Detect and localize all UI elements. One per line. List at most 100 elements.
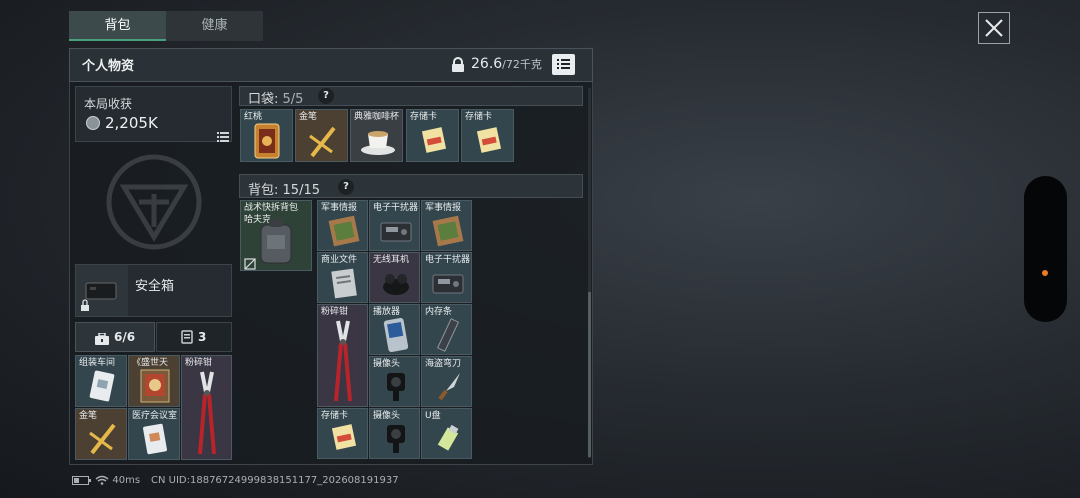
unequip-icon — [244, 258, 256, 270]
earnings-list-icon[interactable] — [217, 127, 229, 146]
item-name: 粉碎钳 — [185, 358, 213, 368]
jammer-icon — [380, 222, 412, 242]
item-name: 典雅咖啡杯 — [354, 112, 400, 122]
earnings-value: 2,205K — [105, 114, 158, 132]
item-name: 军事情报 — [425, 203, 462, 213]
safe-item[interactable]: 金笔 — [75, 408, 127, 460]
subtab-cards-count: 3 — [198, 330, 207, 344]
item-name: 粉碎钳 — [321, 307, 349, 317]
item-name: 医疗会议室 — [132, 411, 178, 421]
usb-drive-icon — [437, 424, 459, 451]
list-icon — [557, 59, 570, 69]
backpack-item[interactable]: 无线耳机 — [369, 252, 420, 303]
backpack-icon — [260, 219, 292, 264]
pocket-count: 5/5 — [282, 92, 304, 107]
weight-max: /72千克 — [502, 58, 542, 71]
intel-folder-icon — [328, 215, 360, 247]
subtab-cards[interactable] — [156, 322, 232, 352]
tab-backpack[interactable]: 背包 — [69, 11, 166, 41]
backpack-item[interactable]: 电子干扰器 — [369, 200, 420, 251]
machete-icon — [438, 373, 460, 401]
keycard-icon — [143, 423, 167, 455]
item-name: U盘 — [425, 411, 441, 421]
backpack-item[interactable]: 摄像头 — [369, 356, 420, 407]
item-name: 存储卡 — [410, 112, 438, 122]
pocket-item[interactable]: 存储卡 — [406, 109, 459, 162]
safe-item[interactable]: 组装车间 — [75, 355, 127, 407]
equipped-backpack[interactable]: 战术快拆背包 哈夫克 — [240, 200, 312, 271]
bolt-cutter-icon — [198, 371, 216, 455]
backpack-item[interactable]: 军事情报 — [421, 200, 472, 251]
item-name: 电子干扰器 — [373, 203, 419, 213]
close-icon — [985, 19, 1003, 37]
backpack-item[interactable]: U盘 — [421, 408, 472, 459]
wifi-icon — [95, 475, 109, 485]
ping-value: 40ms — [112, 475, 141, 486]
safe-item[interactable]: 粉碎钳 — [181, 355, 232, 460]
gold-pen-icon — [89, 423, 116, 455]
status-bar: 40ms — [72, 475, 140, 486]
camera-icon — [387, 425, 405, 453]
gold-pen-icon — [309, 126, 336, 158]
tab-health[interactable]: 健康 — [166, 11, 263, 41]
pocket-title: 口袋: — [248, 92, 279, 107]
backpack-item[interactable]: 商业文件 — [317, 252, 368, 303]
coin-icon — [86, 116, 100, 130]
backpack-help-icon[interactable]: ? — [338, 179, 354, 195]
ram-stick-icon — [436, 318, 460, 352]
memory-card-icon — [421, 127, 447, 153]
backpack-item[interactable]: 摄像头 — [369, 408, 420, 459]
pocket-help-icon[interactable]: ? — [318, 88, 334, 104]
side-handle[interactable] — [1024, 176, 1067, 322]
keycard-icon — [89, 370, 115, 402]
sort-list-button[interactable] — [552, 54, 575, 75]
weight-current: 26.6 — [471, 56, 503, 72]
backpack-label: 背包: 15/15 — [248, 179, 320, 198]
backpack-item[interactable]: 军事情报 — [317, 200, 368, 251]
player-uid: CN UID:18876724999838151177_202608191937 — [151, 475, 399, 486]
item-name: 军事情报 — [321, 203, 358, 213]
item-name: 组装车间 — [79, 358, 116, 368]
close-button[interactable] — [978, 12, 1010, 44]
backpack-count: 15/15 — [282, 183, 320, 198]
camera-icon — [387, 373, 405, 401]
memory-card-icon — [476, 127, 502, 153]
document-icon — [331, 268, 357, 299]
safe-item[interactable]: 医疗会议室 — [128, 408, 180, 460]
pocket-item[interactable]: 存储卡 — [461, 109, 514, 162]
backpack-item[interactable]: 内存条 — [421, 304, 472, 355]
backpack-item[interactable]: 播放器 — [369, 304, 420, 355]
item-name: 电子干扰器 — [425, 255, 471, 265]
backpack-item[interactable]: 粉碎钳 — [317, 304, 368, 407]
lock-icon — [451, 57, 465, 77]
coffee-cup-icon — [361, 131, 395, 155]
faction-emblem-watermark — [104, 152, 204, 252]
memory-card-icon — [331, 424, 357, 450]
scrollbar-thumb[interactable] — [588, 292, 591, 457]
book-icon — [140, 369, 170, 403]
toolbox-icon — [95, 330, 109, 349]
item-name: 存储卡 — [465, 112, 493, 122]
backpack-item[interactable]: 存储卡 — [317, 408, 368, 459]
backpack-item[interactable]: 电子干扰器 — [421, 252, 472, 303]
safe-box-icon — [76, 265, 128, 316]
notification-dot — [1042, 270, 1048, 276]
jammer-icon — [432, 274, 464, 294]
card-icon — [181, 329, 193, 348]
pocket-item[interactable]: 红桃 — [240, 109, 293, 162]
backpack-item[interactable]: 海盗弯刀 — [421, 356, 472, 407]
bolt-cutter-icon — [334, 320, 352, 402]
card-heart-icon — [254, 123, 280, 159]
pocket-item[interactable]: 典雅咖啡杯 — [350, 109, 403, 162]
earnings-title: 本局收获 — [84, 97, 133, 111]
media-player-icon — [383, 317, 409, 353]
intel-folder-icon — [432, 215, 464, 247]
safe-box-label: 安全箱 — [135, 279, 175, 294]
pocket-item[interactable]: 金笔 — [295, 109, 348, 162]
battery-icon — [72, 475, 91, 485]
earbuds-icon — [383, 274, 409, 295]
item-name: 无线耳机 — [373, 255, 410, 265]
weight-readout: 26.6/72千克 — [471, 56, 542, 72]
panel-title: 个人物资 — [82, 59, 135, 74]
safe-item[interactable]: 《盛世天 — [128, 355, 180, 407]
